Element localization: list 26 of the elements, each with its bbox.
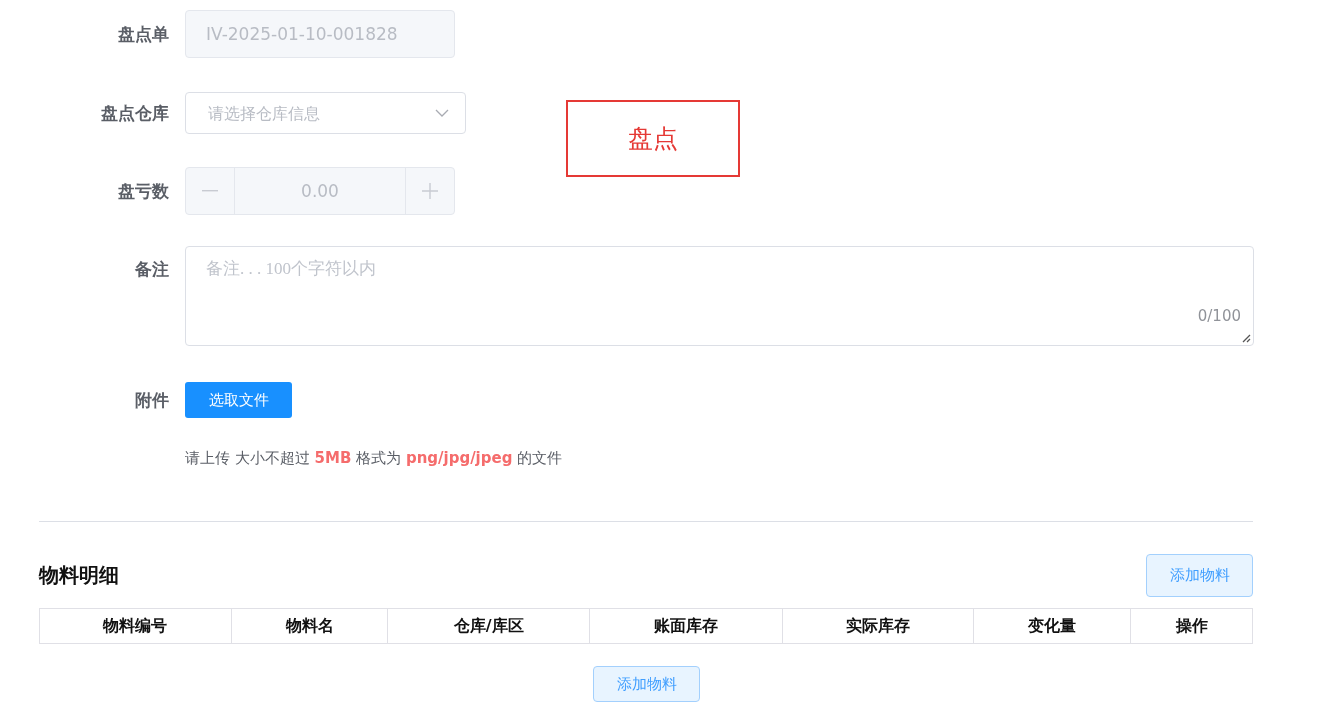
chevron-down-icon: [435, 109, 449, 117]
character-counter: 0/100: [1197, 307, 1241, 325]
field-label: 备注: [134, 258, 169, 281]
field-label: 盘亏数: [117, 180, 169, 203]
plus-icon: [422, 183, 438, 199]
column-header: 变化量: [974, 609, 1132, 643]
column-header: 物料名: [231, 609, 389, 643]
upload-hint: 请上传 大小不超过 5MB 格式为 png/jpg/jpeg 的文件: [185, 449, 563, 467]
column-header: 仓库/库区: [388, 609, 591, 643]
add-material-button[interactable]: 添加物料: [1146, 554, 1253, 597]
minus-icon: [202, 190, 218, 192]
column-header: 实际库存: [782, 609, 975, 643]
warehouse-select[interactable]: 请选择仓库信息: [185, 92, 466, 134]
resize-handle-icon[interactable]: [1241, 333, 1251, 343]
add-material-button[interactable]: 添加物料: [593, 666, 700, 702]
field-label: 附件: [134, 389, 169, 412]
field-label: 盘点单: [117, 23, 169, 46]
column-header: 操作: [1174, 615, 1209, 637]
annotation-box: 盘点: [566, 100, 740, 177]
field-label: 盘点仓库: [100, 102, 169, 125]
section-title: 物料明细: [39, 562, 119, 589]
choose-file-button[interactable]: 选取文件: [185, 382, 292, 418]
column-header: 账面库存: [590, 609, 783, 643]
remarks-field[interactable]: 备注. . . 100个字符以内 0/100: [185, 246, 1254, 346]
column-header: 物料编号: [40, 609, 232, 643]
select-input[interactable]: 请选择仓库信息: [206, 102, 435, 124]
